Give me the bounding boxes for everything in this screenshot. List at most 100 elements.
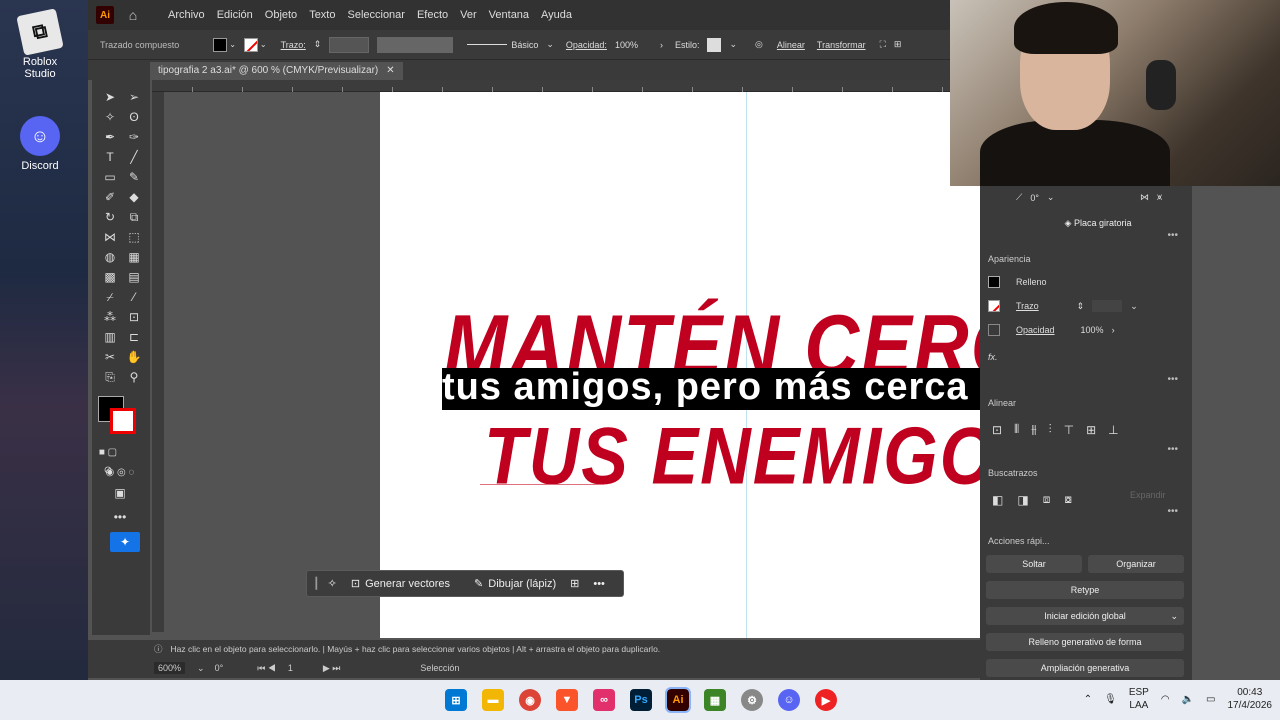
- file-explorer-icon[interactable]: ▬: [482, 689, 504, 711]
- generative-expand-button[interactable]: Ampliación generativa: [986, 659, 1184, 677]
- blend-tool-icon[interactable]: ⁄: [124, 288, 144, 306]
- artboard[interactable]: MANTÉN CERCA A TUS ENEMIGOS. tus amigos,…: [380, 92, 1020, 638]
- global-edit-button[interactable]: Iniciar edición global ⌄: [986, 607, 1184, 625]
- retype-button[interactable]: Retype: [986, 581, 1184, 599]
- help-icon[interactable]: ⓘ: [154, 643, 163, 655]
- align-left-icon[interactable]: ⫴: [1014, 422, 1019, 437]
- microphone-icon[interactable]: 🎙: [1104, 694, 1117, 705]
- align-to-icon[interactable]: ⊡: [992, 423, 1002, 437]
- menu-archivo[interactable]: Archivo: [168, 9, 205, 21]
- photoshop-icon[interactable]: Ps: [630, 689, 652, 711]
- align-bottom-icon[interactable]: ⊥: [1108, 423, 1118, 437]
- menu-edicion[interactable]: Edición: [217, 9, 253, 21]
- menu-objeto[interactable]: Objeto: [265, 9, 297, 21]
- free-transform-tool-icon[interactable]: ⬚: [124, 228, 144, 246]
- wifi-icon[interactable]: ◠: [1161, 694, 1170, 705]
- variable-width-field[interactable]: [377, 36, 454, 53]
- document-tab[interactable]: tipografia 2 a3.ai* @ 600 % (CMYK/Previs…: [150, 62, 403, 80]
- arrange-button[interactable]: Organizar: [1088, 555, 1184, 573]
- slice-tool-icon[interactable]: ⊡: [124, 308, 144, 326]
- intersect-icon[interactable]: ⧈: [1043, 492, 1051, 507]
- chevron-down-icon[interactable]: ⌄: [197, 663, 205, 674]
- align-top-icon[interactable]: ⊤: [1064, 423, 1074, 437]
- magic-wand-tool-icon[interactable]: ✧: [100, 108, 120, 126]
- shaper-tool-icon[interactable]: ✐: [100, 188, 120, 206]
- desktop-shortcut-roblox-studio[interactable]: ⧉ Roblox Studio: [6, 8, 74, 80]
- shape-builder-tool-icon[interactable]: ◍: [100, 248, 120, 266]
- pen-tool-icon[interactable]: ✒: [100, 128, 120, 146]
- sparkle-icon[interactable]: ✧: [328, 577, 337, 590]
- more-tools-icon[interactable]: •••: [110, 508, 130, 526]
- direct-selection-tool-icon[interactable]: ➢: [124, 88, 144, 106]
- opacity-value[interactable]: 100%: [615, 40, 638, 50]
- arrange-icon[interactable]: ⊞: [894, 39, 902, 50]
- align-right-icon[interactable]: ⫶: [1049, 422, 1052, 437]
- stroke-label[interactable]: Trazo: [1016, 301, 1039, 311]
- lasso-tool-icon[interactable]: ʘ: [124, 108, 144, 126]
- eraser-tool-icon[interactable]: ◆: [124, 188, 144, 206]
- menu-ayuda[interactable]: Ayuda: [541, 9, 572, 21]
- style-swatch[interactable]: [707, 37, 722, 52]
- eyedropper-tool-icon[interactable]: ⌿: [100, 288, 120, 306]
- stroke-weight-field[interactable]: [329, 36, 370, 53]
- battery-icon[interactable]: ▭: [1206, 694, 1215, 705]
- release-button[interactable]: Soltar: [986, 555, 1082, 573]
- clock[interactable]: 00:43 17/4/2026: [1228, 686, 1273, 712]
- zoom-field[interactable]: 600%: [154, 662, 186, 674]
- generate-vectors-button[interactable]: ⊡ Generar vectores: [351, 577, 450, 591]
- align-center-icon[interactable]: ⫵: [1031, 422, 1037, 437]
- recolor-icon[interactable]: ◎: [755, 39, 763, 50]
- chevron-down-icon[interactable]: ⌄: [229, 40, 236, 49]
- opacity-row[interactable]: Opacidad 100% ›: [988, 324, 1115, 336]
- rectangle-tool-icon[interactable]: ▭: [100, 168, 120, 186]
- flip-icons[interactable]: ⋈ ⩙: [1140, 192, 1162, 203]
- horizontal-ruler[interactable]: [152, 80, 1022, 92]
- language-indicator[interactable]: ESP LAA: [1129, 686, 1149, 712]
- rotation-field[interactable]: 0°: [215, 663, 224, 673]
- canvas-area[interactable]: MANTÉN CERCA A TUS ENEMIGOS. tus amigos,…: [164, 92, 1022, 640]
- vertical-ruler[interactable]: [152, 92, 164, 632]
- artboard-nav-icon[interactable]: ⏮ ◀: [257, 663, 276, 674]
- align-middle-icon[interactable]: ⊞: [1086, 423, 1096, 437]
- media-app-icon[interactable]: ▶: [815, 689, 837, 711]
- perspective-grid-tool-icon[interactable]: ▦: [124, 248, 144, 266]
- menu-texto[interactable]: Texto: [309, 9, 335, 21]
- screen-mode-icon[interactable]: ▣: [110, 484, 130, 502]
- more-options-icon[interactable]: •••: [1167, 444, 1178, 455]
- transform-link[interactable]: Transformar: [817, 40, 866, 50]
- close-icon[interactable]: ✕: [386, 65, 394, 77]
- opacity-label[interactable]: Opacidad: [1016, 325, 1055, 335]
- windows-start-icon[interactable]: ⊞: [445, 689, 467, 711]
- illustrator-taskbar-icon[interactable]: Ai: [665, 687, 691, 713]
- opacity-label[interactable]: Opacidad:: [566, 40, 607, 50]
- slice-knife-tool-icon[interactable]: ✂: [100, 348, 120, 366]
- column-graph-tool-icon[interactable]: ▥: [100, 328, 120, 346]
- expand-button[interactable]: Expandir: [1130, 490, 1166, 500]
- rotate-field[interactable]: ⟋ 0° ⌄: [1016, 192, 1054, 203]
- stroke-row[interactable]: Trazo ⇕ ⌄: [988, 300, 1138, 312]
- fx-button[interactable]: fx.: [988, 352, 998, 362]
- desktop-shortcut-discord[interactable]: ☺ Discord: [6, 116, 74, 172]
- drag-handle-icon[interactable]: ┃: [313, 577, 320, 590]
- image-trace-icon[interactable]: ⊞: [570, 577, 579, 590]
- scale-tool-icon[interactable]: ⧉: [124, 208, 144, 226]
- align-link[interactable]: Alinear: [777, 40, 805, 50]
- type-tool-icon[interactable]: T: [100, 148, 120, 166]
- brave-icon[interactable]: ▼: [556, 689, 578, 711]
- color-mode-icon[interactable]: ■ ▢ ⊘: [98, 444, 118, 476]
- stepper-icon[interactable]: ⇕: [1077, 301, 1085, 312]
- draw-pencil-button[interactable]: ✎ Dibujar (lápiz): [474, 577, 556, 591]
- symbol-sprayer-tool-icon[interactable]: ⁂: [100, 308, 120, 326]
- more-options-icon[interactable]: •••: [1167, 506, 1178, 517]
- artboard-nav-next-icon[interactable]: ▶ ⏭: [323, 663, 341, 674]
- more-options-icon[interactable]: •••: [1167, 230, 1178, 241]
- menu-efecto[interactable]: Efecto: [417, 9, 448, 21]
- unite-icon[interactable]: ◧: [992, 493, 1003, 507]
- more-options-icon[interactable]: •••: [593, 578, 605, 590]
- chevron-up-icon[interactable]: ⌃: [1084, 694, 1092, 705]
- headline-line-3[interactable]: TUS ENEMIGOS.: [484, 410, 1020, 502]
- rotate-tool-icon[interactable]: ↻: [100, 208, 120, 226]
- minecraft-icon[interactable]: ▦: [704, 689, 726, 711]
- menu-ventana[interactable]: Ventana: [489, 9, 529, 21]
- zoom-tool-icon[interactable]: ⚲: [124, 368, 144, 386]
